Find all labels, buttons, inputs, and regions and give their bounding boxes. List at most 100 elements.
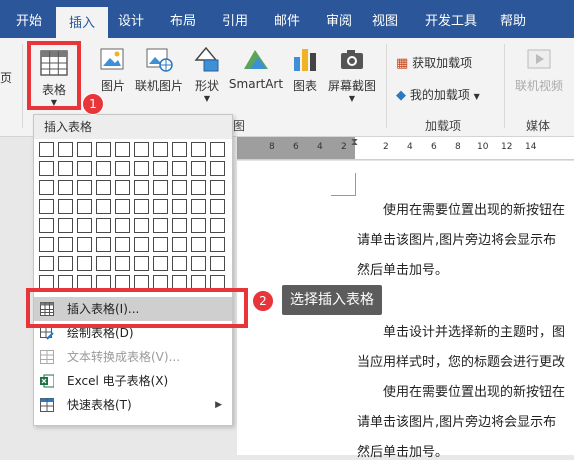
grid-cell[interactable] <box>58 180 73 195</box>
grid-cell[interactable] <box>191 218 206 233</box>
grid-cell[interactable] <box>77 142 92 157</box>
menu-item-quick-tables[interactable]: 快速表格(T) ▶ <box>34 393 232 417</box>
grid-cell[interactable] <box>58 161 73 176</box>
grid-cell[interactable] <box>96 142 111 157</box>
grid-cell[interactable] <box>39 218 54 233</box>
grid-cell[interactable] <box>210 161 225 176</box>
tab-review[interactable]: 审阅 <box>316 0 362 38</box>
tab-help[interactable]: 帮助 <box>490 0 536 38</box>
grid-cell[interactable] <box>77 180 92 195</box>
tab-mailings[interactable]: 邮件 <box>264 0 310 38</box>
grid-cell[interactable] <box>115 161 130 176</box>
grid-cell[interactable] <box>191 256 206 271</box>
grid-cell[interactable] <box>134 199 149 214</box>
ruler-tick: 4 <box>317 142 323 152</box>
grid-cell[interactable] <box>58 237 73 252</box>
grid-cell[interactable] <box>210 256 225 271</box>
grid-cell[interactable] <box>39 142 54 157</box>
grid-cell[interactable] <box>39 161 54 176</box>
grid-cell[interactable] <box>115 199 130 214</box>
grid-cell[interactable] <box>39 180 54 195</box>
menu-item-text-to-table[interactable]: 文本转换成表格(V)... <box>34 345 232 369</box>
grid-cell[interactable] <box>58 256 73 271</box>
my-addins-button[interactable]: ◆ 我的加载项 ▼ <box>396 86 480 103</box>
grid-cell[interactable] <box>115 180 130 195</box>
grid-cell[interactable] <box>210 218 225 233</box>
grid-cell[interactable] <box>172 180 187 195</box>
shapes-button[interactable]: 形状 ▼ <box>190 44 224 103</box>
tab-developer[interactable]: 开发工具 <box>416 0 486 38</box>
grid-cell[interactable] <box>96 218 111 233</box>
grid-cell[interactable] <box>191 161 206 176</box>
online-picture-button[interactable]: 联机图片 <box>133 44 185 94</box>
grid-cell[interactable] <box>96 180 111 195</box>
grid-cell[interactable] <box>134 218 149 233</box>
get-addins-button[interactable]: ▦ 获取加载项 <box>396 54 472 71</box>
grid-cell[interactable] <box>191 180 206 195</box>
grid-cell[interactable] <box>172 218 187 233</box>
grid-cell[interactable] <box>77 199 92 214</box>
smartart-button[interactable]: SmartArt <box>228 44 284 91</box>
grid-cell[interactable] <box>134 256 149 271</box>
grid-cell[interactable] <box>153 161 168 176</box>
grid-cell[interactable] <box>191 237 206 252</box>
indent-marker-icon[interactable]: ⧗ <box>351 137 358 148</box>
grid-cell[interactable] <box>191 142 206 157</box>
tab-layout[interactable]: 布局 <box>160 0 206 38</box>
grid-cell[interactable] <box>58 199 73 214</box>
grid-cell[interactable] <box>115 237 130 252</box>
grid-cell[interactable] <box>115 218 130 233</box>
grid-cell[interactable] <box>58 218 73 233</box>
tab-references[interactable]: 引用 <box>212 0 258 38</box>
grid-cell[interactable] <box>172 161 187 176</box>
grid-cell[interactable] <box>39 237 54 252</box>
chart-button[interactable]: 图表 <box>288 44 322 94</box>
grid-cell[interactable] <box>96 256 111 271</box>
grid-cell[interactable] <box>172 237 187 252</box>
grid-cell[interactable] <box>77 256 92 271</box>
grid-cell[interactable] <box>210 142 225 157</box>
grid-cell[interactable] <box>39 199 54 214</box>
grid-cell[interactable] <box>96 199 111 214</box>
grid-cell[interactable] <box>153 142 168 157</box>
grid-cell[interactable] <box>153 180 168 195</box>
grid-cell[interactable] <box>210 180 225 195</box>
grid-cell[interactable] <box>58 142 73 157</box>
grid-cell[interactable] <box>210 199 225 214</box>
online-video-label: 联机视频 <box>514 79 563 93</box>
screenshot-button[interactable]: 屏幕截图 ▼ <box>326 44 378 103</box>
grid-cell[interactable] <box>77 218 92 233</box>
grid-cell[interactable] <box>153 237 168 252</box>
tab-home[interactable]: 开始 <box>4 0 54 38</box>
grid-cell[interactable] <box>77 161 92 176</box>
grid-cell[interactable] <box>134 142 149 157</box>
group-label-addins: 加载项 <box>425 119 462 133</box>
tab-insert[interactable]: 插入 <box>56 7 108 38</box>
grid-cell[interactable] <box>134 161 149 176</box>
grid-cell[interactable] <box>115 142 130 157</box>
online-video-button[interactable]: 联机视频 <box>512 44 566 94</box>
grid-cell[interactable] <box>134 180 149 195</box>
grid-cell[interactable] <box>153 256 168 271</box>
grid-cell[interactable] <box>210 237 225 252</box>
picture-button[interactable]: 图片 <box>96 44 130 94</box>
tab-view[interactable]: 视图 <box>362 0 408 38</box>
grid-cell[interactable] <box>77 237 92 252</box>
menu-item-excel-spreadsheet[interactable]: Excel 电子表格(X) <box>34 369 232 393</box>
grid-cell[interactable] <box>96 161 111 176</box>
grid-cell[interactable] <box>153 199 168 214</box>
tab-design[interactable]: 设计 <box>108 0 154 38</box>
grid-cell[interactable] <box>134 237 149 252</box>
grid-cell[interactable] <box>191 199 206 214</box>
grid-cell[interactable] <box>153 218 168 233</box>
grid-cell[interactable] <box>172 256 187 271</box>
horizontal-ruler[interactable]: 8 6 4 2 ⧗ 2 4 6 8 10 12 14 <box>237 137 574 160</box>
grid-cell[interactable] <box>172 199 187 214</box>
grid-cell[interactable] <box>39 256 54 271</box>
get-addins-label: 获取加载项 <box>412 56 473 70</box>
grid-cell[interactable] <box>96 237 111 252</box>
dropdown-header: 插入表格 <box>34 115 232 139</box>
grid-cell[interactable] <box>115 256 130 271</box>
document-line: 使用在需要位置出现的新按钮在 <box>383 385 566 400</box>
grid-cell[interactable] <box>172 142 187 157</box>
